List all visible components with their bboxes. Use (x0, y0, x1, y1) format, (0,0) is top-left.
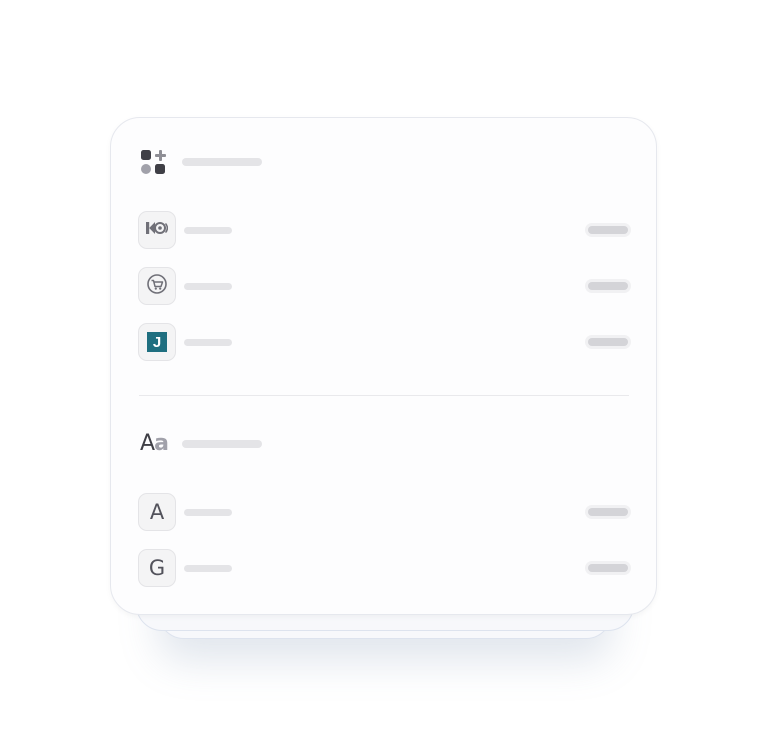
font-tile: A (138, 493, 176, 531)
app-list-item[interactable] (138, 266, 631, 306)
item-name-placeholder (184, 282, 232, 290)
item-value-pill (585, 223, 631, 237)
item-value-placeholder (588, 338, 628, 346)
item-value-pill (585, 335, 631, 349)
app-tile (138, 211, 176, 249)
item-name-placeholder (184, 508, 232, 516)
item-value-placeholder (588, 564, 628, 572)
item-value-pill (585, 505, 631, 519)
apps-grid-plus-icon (139, 147, 169, 177)
fonts-section-title-placeholder (182, 440, 262, 448)
item-value-pill (585, 561, 631, 575)
item-value-placeholder (588, 508, 628, 516)
font-g-icon: G (148, 556, 166, 580)
font-tile: G (138, 549, 176, 587)
app-tile: J (138, 323, 176, 361)
kontakt-audio-icon (146, 221, 169, 240)
section-divider (139, 395, 629, 396)
item-name-placeholder (184, 226, 232, 234)
item-name-placeholder (184, 564, 232, 572)
app-list-item[interactable]: J (138, 322, 631, 362)
app-list-item[interactable] (138, 210, 631, 250)
summary-card: J Aa A G (110, 117, 657, 615)
item-name-placeholder (184, 338, 232, 346)
font-list-item[interactable]: G (138, 548, 631, 588)
item-value-placeholder (588, 282, 628, 290)
stage: J Aa A G (0, 0, 768, 736)
fonts-section-header: Aa (139, 429, 262, 459)
item-value-pill (585, 279, 631, 293)
apps-section-title-placeholder (182, 158, 262, 166)
item-value-placeholder (588, 226, 628, 234)
apps-section-header (139, 147, 262, 177)
shopping-cart-refresh-icon (146, 273, 168, 300)
font-aa-icon: Aa (140, 431, 169, 456)
font-a-icon: A (149, 500, 165, 524)
font-list-item[interactable]: A (138, 492, 631, 532)
app-tile (138, 267, 176, 305)
j-logo-icon: J (147, 332, 167, 352)
